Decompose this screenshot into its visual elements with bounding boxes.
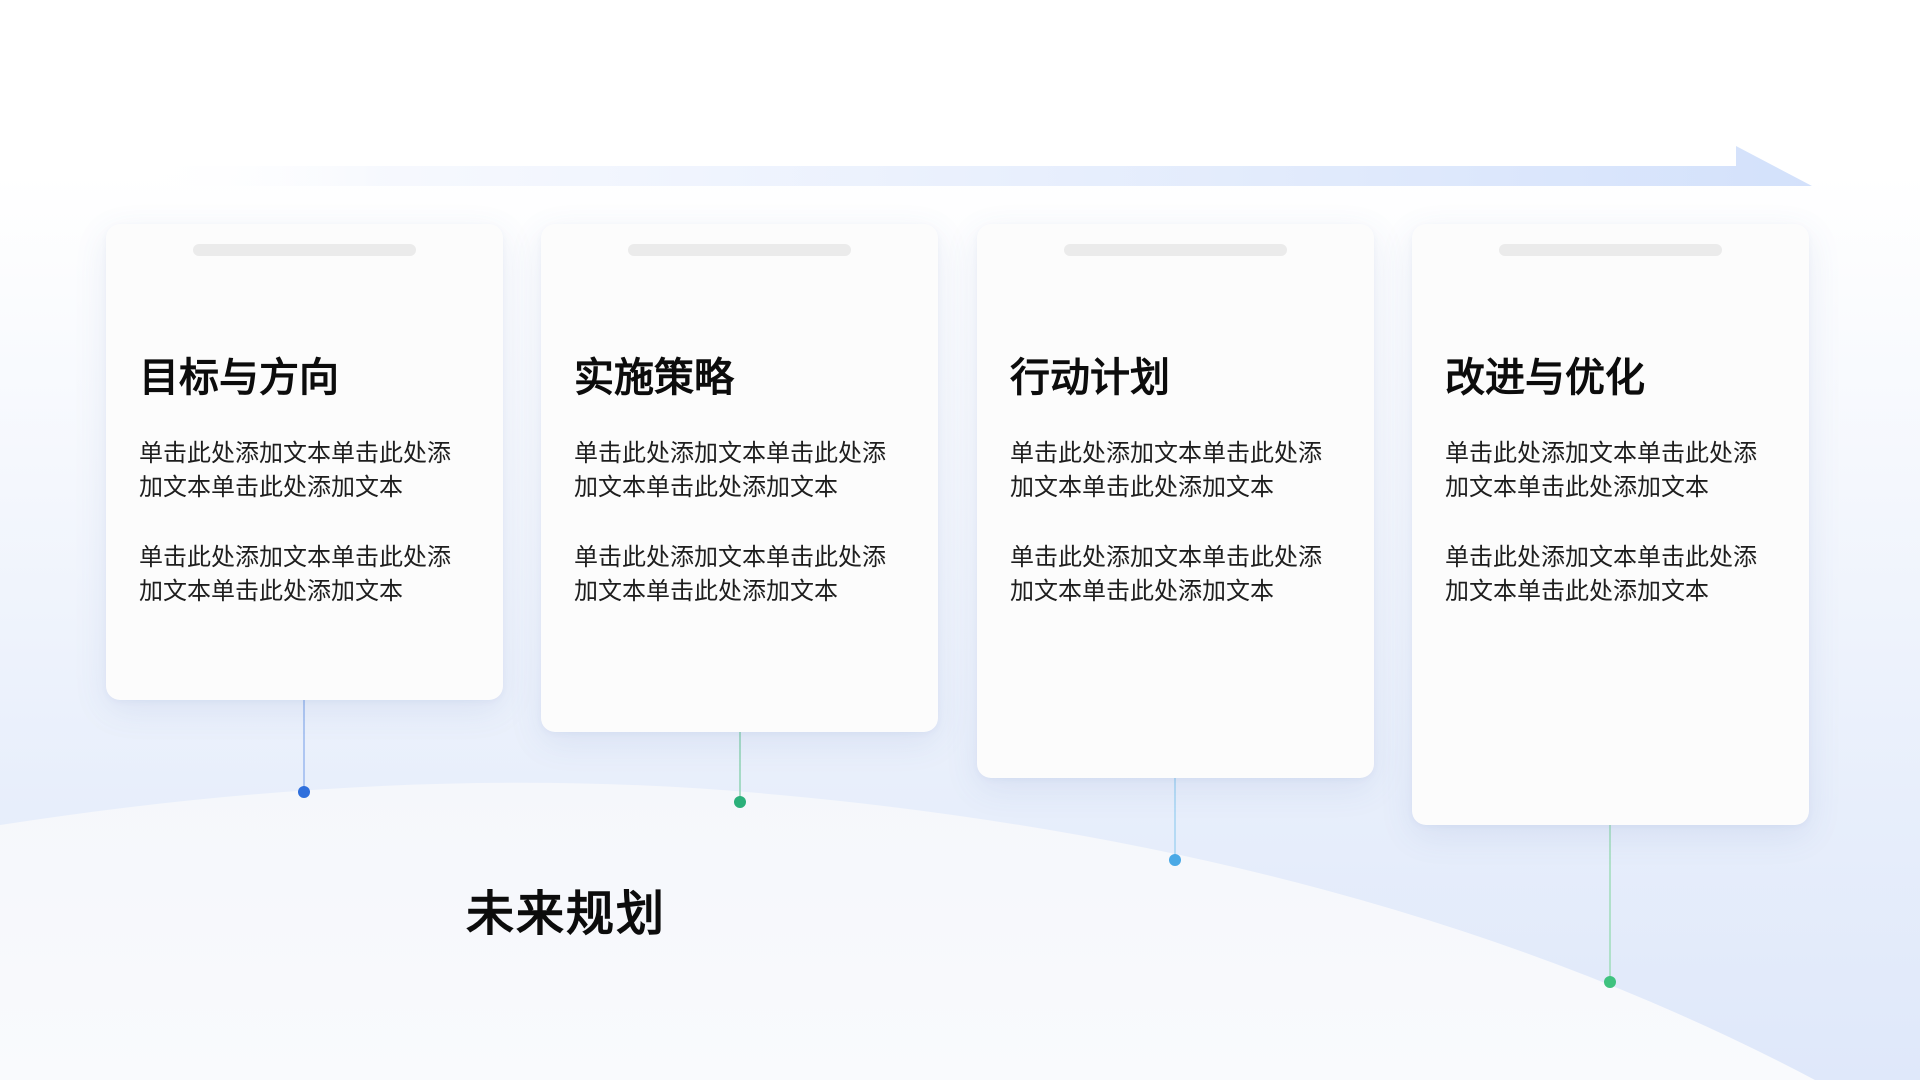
card-handle bbox=[193, 244, 416, 256]
timeline-dot-2 bbox=[734, 796, 746, 808]
slide: 目标与方向 单击此处添加文本单击此处添加文本单击此处添加文本 单击此处添加文本单… bbox=[0, 0, 1920, 1080]
timeline-arrow bbox=[130, 146, 1812, 186]
card-title: 改进与优化 bbox=[1445, 355, 1645, 401]
timeline-dot-3 bbox=[1169, 854, 1181, 866]
card-text: 单击此处添加文本单击此处添加文本单击此处添加文本 bbox=[1010, 439, 1322, 501]
card-handle bbox=[1064, 244, 1287, 256]
card-implementation-strategy: 实施策略 单击此处添加文本单击此处添加文本单击此处添加文本 单击此处添加文本单击… bbox=[541, 224, 938, 732]
main-title: 未来规划 bbox=[466, 886, 667, 942]
timeline-dot-1 bbox=[298, 786, 310, 798]
card-title: 行动计划 bbox=[1010, 355, 1170, 401]
timeline-dot-4 bbox=[1604, 976, 1616, 988]
card-text: 单击此处添加文本单击此处添加文本单击此处添加文本 bbox=[574, 439, 886, 501]
card-text: 单击此处添加文本单击此处添加文本单击此处添加文本 bbox=[1445, 543, 1757, 605]
card-handle bbox=[628, 244, 851, 256]
card-text: 单击此处添加文本单击此处添加文本单击此处添加文本 bbox=[139, 543, 451, 605]
card-text: 单击此处添加文本单击此处添加文本单击此处添加文本 bbox=[139, 439, 451, 501]
card-title: 目标与方向 bbox=[139, 355, 339, 401]
card-improvement-optimization: 改进与优化 单击此处添加文本单击此处添加文本单击此处添加文本 单击此处添加文本单… bbox=[1412, 224, 1809, 825]
card-text: 单击此处添加文本单击此处添加文本单击此处添加文本 bbox=[1445, 439, 1757, 501]
background-mound bbox=[0, 782, 1815, 1080]
card-text: 单击此处添加文本单击此处添加文本单击此处添加文本 bbox=[1010, 543, 1322, 605]
card-goal-direction: 目标与方向 单击此处添加文本单击此处添加文本单击此处添加文本 单击此处添加文本单… bbox=[106, 224, 503, 700]
card-text: 单击此处添加文本单击此处添加文本单击此处添加文本 bbox=[574, 543, 886, 605]
card-title: 实施策略 bbox=[574, 355, 734, 401]
card-action-plan: 行动计划 单击此处添加文本单击此处添加文本单击此处添加文本 单击此处添加文本单击… bbox=[977, 224, 1374, 778]
card-handle bbox=[1499, 244, 1722, 256]
